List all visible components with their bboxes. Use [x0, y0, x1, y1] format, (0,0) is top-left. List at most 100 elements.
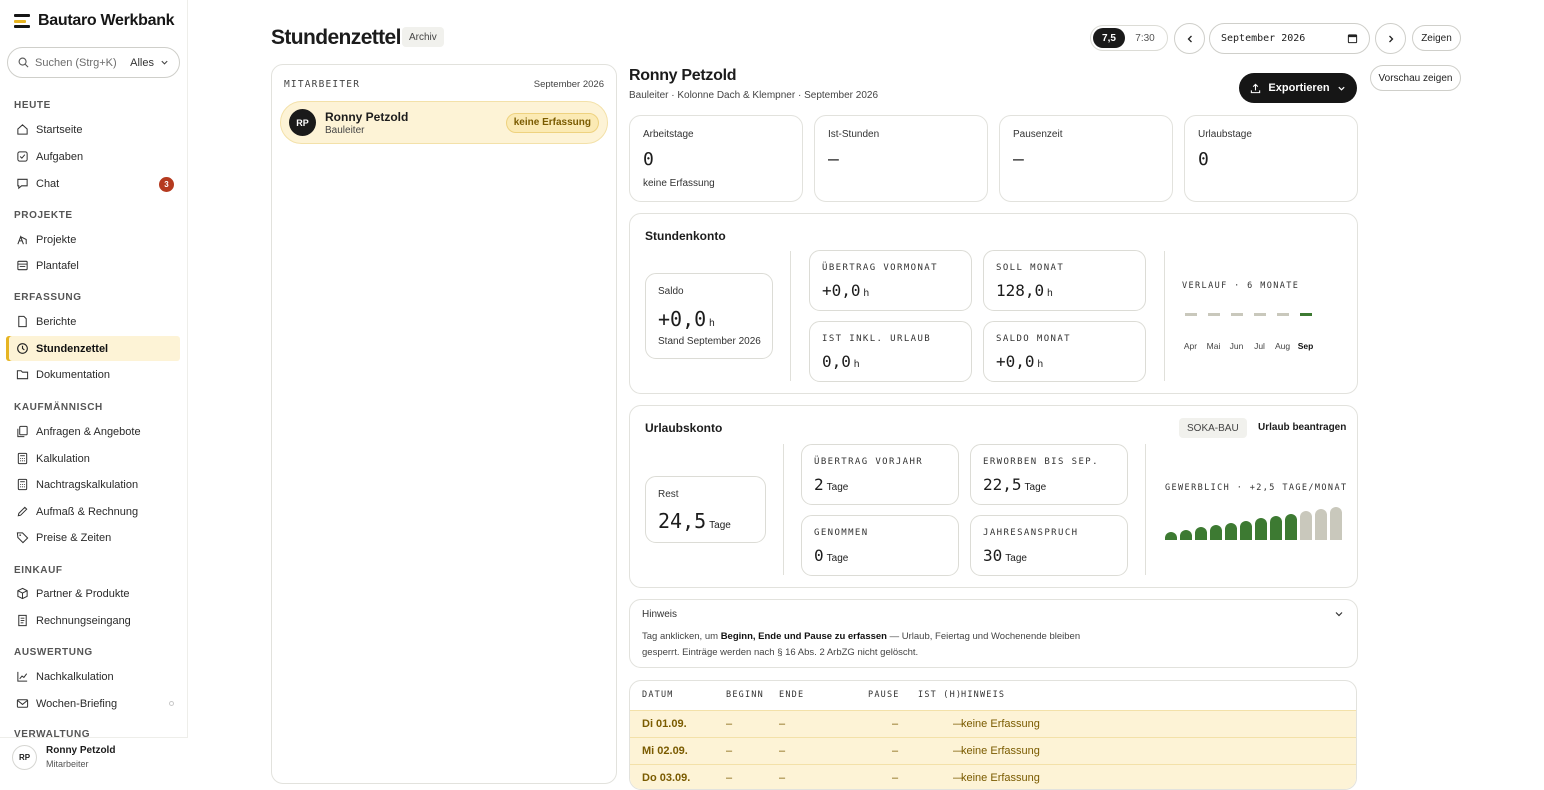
- urlaub-cell-label: ÜBERTRAG VORJAHR: [814, 457, 924, 467]
- stat-card-ist-stunden: Ist-Stunden —: [814, 115, 988, 202]
- sidebar-item-dokumentation[interactable]: Dokumentation: [6, 362, 180, 387]
- urlaubskonto-card: Urlaubskonto Rest 24,5 Tage ÜBERTRAG VORJ…: [629, 405, 1358, 588]
- sidebar-item-projekte[interactable]: Projekte: [6, 227, 180, 252]
- sidebar-item-startseite[interactable]: Startseite: [6, 117, 180, 142]
- request-vacation-button[interactable]: Urlaub beantragen: [1258, 422, 1346, 433]
- status-badge: keine Erfassung: [505, 112, 599, 133]
- divider: [790, 251, 791, 381]
- konto-cell: SALDO MONAT +0,0 h: [983, 321, 1146, 382]
- trend-bar: [1208, 313, 1220, 316]
- urlaub-cell-unit: Tage: [1005, 553, 1027, 564]
- stat-label: Pausenzeit: [1013, 129, 1063, 140]
- column-header-datum: DATUM: [642, 690, 674, 700]
- stat-label: Urlaubstage: [1198, 129, 1252, 140]
- table-row[interactable]: Mi 02.09. – – – — keine Erfassung: [630, 737, 1356, 764]
- clock-icon: [17, 343, 28, 354]
- sidebar-item-plantafel[interactable]: Plantafel: [6, 253, 180, 278]
- folder-icon: [16, 370, 29, 380]
- user-profile[interactable]: RP Ronny Petzold Mitarbeiter: [0, 737, 188, 776]
- sidebar-item-label: Anfragen & Angebote: [36, 425, 141, 438]
- urlaub-cell-label: GENOMMEN: [814, 528, 869, 538]
- employee-name: Ronny Petzold: [325, 109, 409, 124]
- next-month-button[interactable]: [1375, 23, 1406, 54]
- brand-name: Bautaro Werkbank: [38, 12, 175, 29]
- saldo-label: Saldo: [658, 286, 684, 297]
- trend-months: Apr Mai Jun Jul Aug Sep: [1179, 341, 1317, 351]
- saldo-unit: h: [709, 318, 715, 329]
- urlaub-cell-unit: Tage: [826, 553, 849, 564]
- urlaub-cell-value: 22,5: [983, 475, 1022, 494]
- time-format-toggle[interactable]: 7,5 7:30: [1090, 25, 1168, 51]
- employee-list-header: MITARBEITER: [284, 79, 361, 90]
- calculator-icon: [17, 452, 28, 465]
- sidebar-item-label: Nachkalkulation: [36, 670, 114, 683]
- group-einkauf: EINKAUF: [14, 565, 63, 576]
- divider: [783, 444, 784, 575]
- sidebar-item-anfragen[interactable]: Anfragen & Angebote: [6, 419, 180, 444]
- sidebar-item-partner[interactable]: Partner & Produkte: [6, 581, 180, 606]
- konto-cell-unit: h: [1037, 359, 1044, 370]
- sidebar-item-label: Kalkulation: [36, 452, 90, 465]
- stat-label: Ist-Stunden: [828, 129, 880, 140]
- sidebar-item-nachkalkulation[interactable]: Nachkalkulation: [6, 664, 180, 689]
- sidebar-item-nachtragskalkulation[interactable]: Nachtragskalkulation: [6, 472, 180, 497]
- table-row[interactable]: Do 03.09. – – – — keine Erfassung: [630, 764, 1356, 789]
- sidebar-item-label: Wochen-Briefing: [36, 697, 118, 710]
- trend-label: VERLAUF · 6 MONATE: [1182, 281, 1300, 291]
- konto-cell-unit: h: [1047, 288, 1053, 299]
- rest-label: Rest: [658, 489, 679, 500]
- sidebar-item-chat[interactable]: Chat 3: [6, 171, 180, 196]
- konto-cell-value: 128,0: [996, 281, 1045, 300]
- sidebar-item-stundenzettel[interactable]: Stundenzettel: [6, 336, 180, 361]
- employee-detail-subtitle: Bauleiter · Kolonne Dach & Klempner · Se…: [629, 90, 879, 101]
- table-row[interactable]: Di 01.09. – – – — keine Erfassung: [630, 710, 1356, 737]
- konto-cell-value: 0,0: [822, 352, 851, 371]
- decimal-format-option[interactable]: 7,5: [1093, 28, 1125, 48]
- crane-icon: [17, 235, 27, 245]
- stat-card-pausenzeit: Pausenzeit —: [999, 115, 1173, 202]
- hint-text: Tag anklicken, um Beginn, Ende und Pause…: [642, 631, 1081, 658]
- chevron-right-icon: [1388, 35, 1393, 42]
- chevron-down-icon[interactable]: [1334, 609, 1344, 619]
- stat-value: —: [1013, 149, 1024, 170]
- calendar-icon[interactable]: [1347, 33, 1358, 44]
- sidebar-item-aufmass[interactable]: Aufmaß & Rechnung: [6, 499, 180, 524]
- show-button[interactable]: Zeigen: [1412, 25, 1461, 51]
- group-erfassung: ERFASSUNG: [14, 292, 82, 303]
- column-header-pause: PAUSE: [868, 690, 900, 700]
- sidebar-item-rechnungseingang[interactable]: Rechnungseingang: [6, 608, 180, 633]
- chevron-down-icon: [161, 60, 168, 65]
- hint-panel[interactable]: Hinweis Tag anklicken, um Beginn, Ende u…: [629, 599, 1358, 668]
- checkbox-icon: [17, 151, 28, 162]
- brand[interactable]: Bautaro Werkbank: [14, 12, 175, 30]
- saldo-note: Stand September 2026: [658, 336, 761, 347]
- sidebar-item-label: Aufmaß & Rechnung: [36, 505, 139, 518]
- clock-format-option[interactable]: 7:30: [1125, 28, 1165, 48]
- month-label: Jun: [1229, 341, 1244, 351]
- export-button[interactable]: Exportieren: [1239, 73, 1357, 103]
- search-input[interactable]: Suchen (Strg+K) Alles: [7, 47, 180, 78]
- section-title: Urlaubskonto: [645, 421, 723, 435]
- chat-unread-badge: 3: [159, 177, 174, 192]
- month-picker[interactable]: September 2026: [1209, 23, 1370, 54]
- trend-bar: [1254, 313, 1266, 316]
- sidebar-item-berichte[interactable]: Berichte: [6, 309, 180, 334]
- accrual-bar: [1315, 509, 1327, 540]
- sidebar-item-preise[interactable]: Preise & Zeiten: [6, 525, 180, 550]
- urlaub-cell: GENOMMEN 0 Tage: [801, 515, 959, 576]
- employee-row[interactable]: RP Ronny Petzold Bauleiter keine Erfassu…: [280, 101, 608, 144]
- sidebar-item-wochen-briefing[interactable]: Wochen-Briefing: [6, 691, 180, 716]
- preview-button[interactable]: Vorschau zeigen: [1370, 65, 1461, 91]
- sidebar-item-kalkulation[interactable]: Kalkulation: [6, 446, 180, 471]
- archive-button[interactable]: Archiv: [402, 27, 444, 47]
- saldo-box: Saldo +0,0 h Stand September 2026: [645, 273, 773, 359]
- konto-cell-value: +0,0: [822, 281, 861, 300]
- search-scope-select[interactable]: Alles: [130, 57, 154, 69]
- sidebar-item-aufgaben[interactable]: Aufgaben: [6, 144, 180, 169]
- hint-title: Hinweis: [642, 609, 678, 620]
- document-icon: [18, 315, 27, 328]
- previous-month-button[interactable]: [1174, 23, 1205, 54]
- urlaub-cell-value: 2: [814, 475, 824, 494]
- stat-note: keine Erfassung: [643, 178, 715, 189]
- sidebar-item-label: Plantafel: [36, 259, 79, 272]
